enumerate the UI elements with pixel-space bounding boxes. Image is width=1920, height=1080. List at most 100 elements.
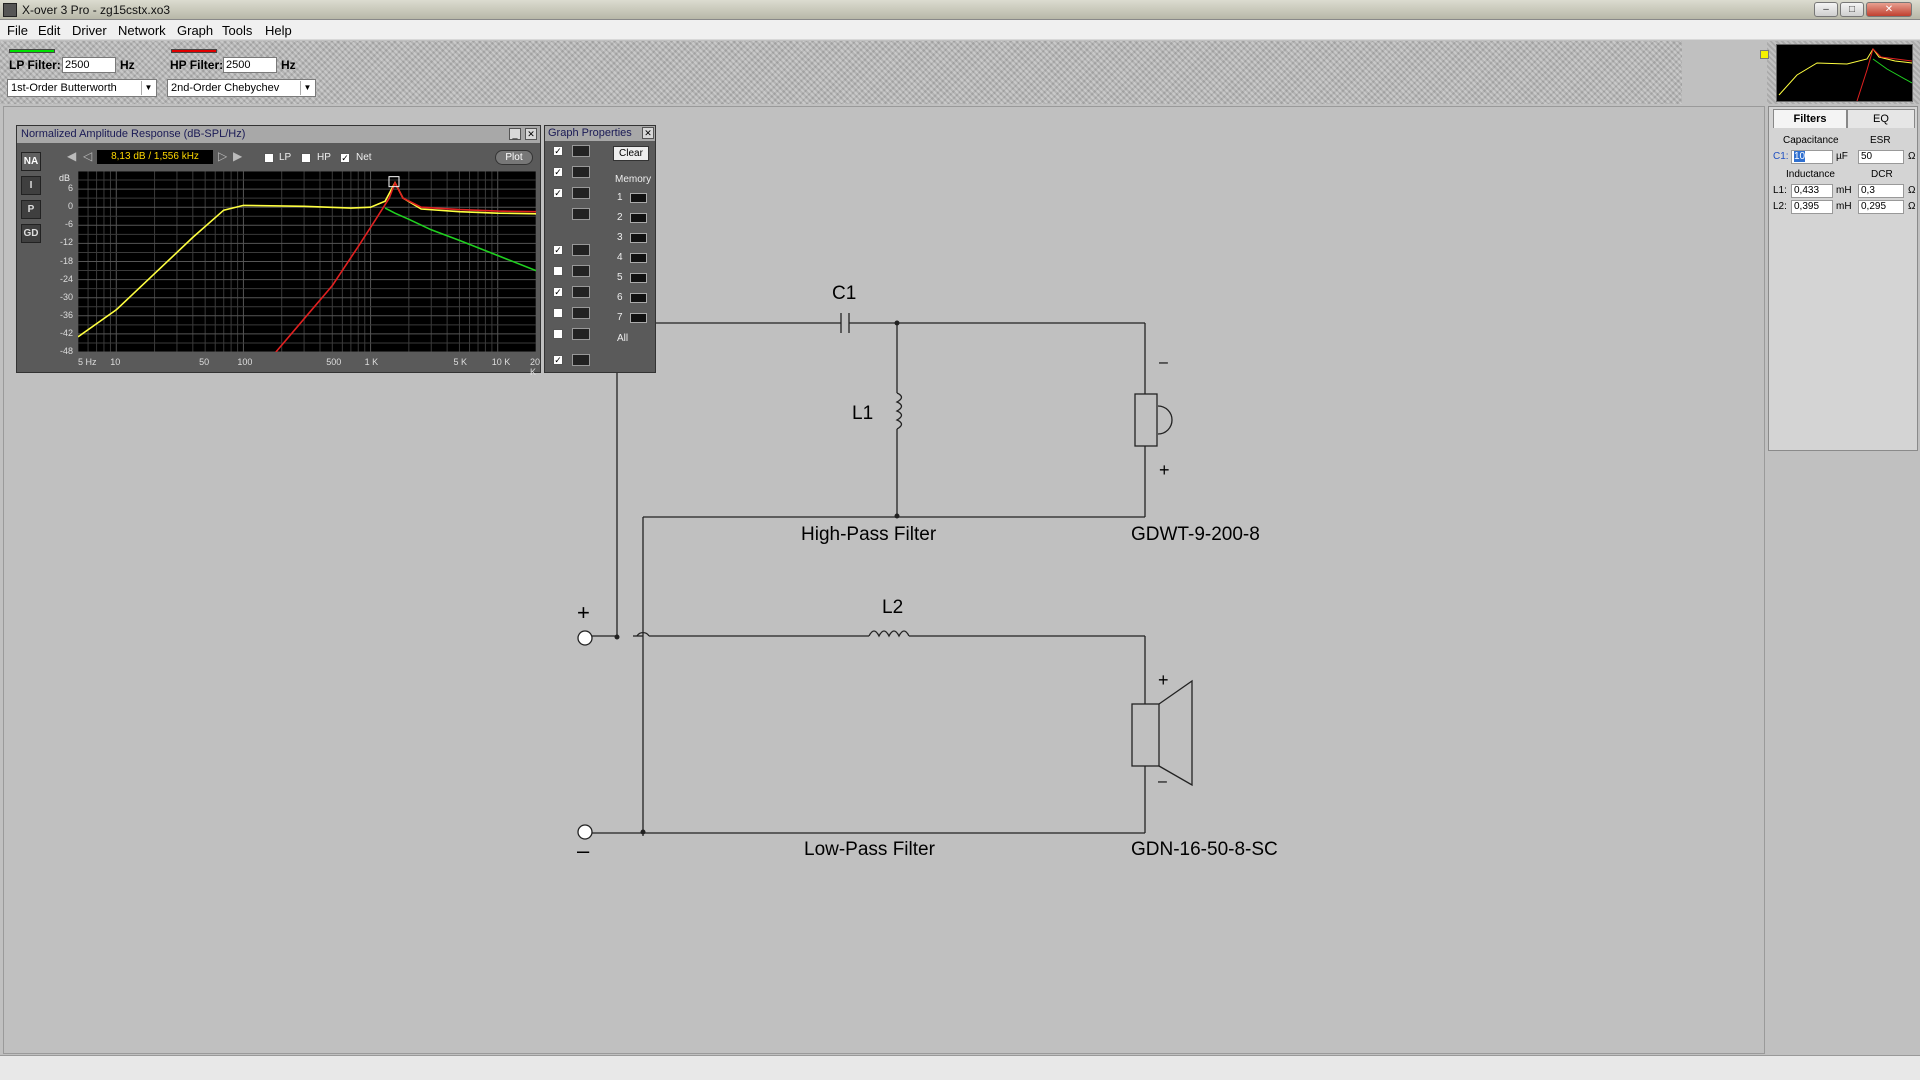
y-tick-label: -6: [64, 219, 73, 230]
lp-checkbox[interactable]: [264, 153, 274, 163]
x-tick-label: 5 Hz: [78, 357, 97, 367]
graph-option-checkbox[interactable]: [553, 308, 563, 318]
c1-label: C1: [832, 283, 857, 304]
nav-next-icon[interactable]: ▷: [218, 149, 227, 163]
amplitude-graph-window[interactable]: Normalized Amplitude Response (dB-SPL/Hz…: [16, 125, 541, 377]
x-tick-label: 1 K: [364, 357, 379, 367]
memory-slot-label: 7: [617, 312, 623, 323]
graph-option-icon: [572, 354, 590, 366]
plot-button[interactable]: Plot: [495, 150, 533, 165]
l1-unit: mH: [1836, 185, 1852, 196]
mode-gd-button[interactable]: GD: [21, 224, 41, 243]
y-tick-label: -30: [59, 291, 73, 302]
clear-button[interactable]: Clear: [613, 146, 649, 161]
l1-label: L1: [852, 403, 874, 424]
memory-slot-label: 1: [617, 192, 623, 203]
graph-option-checkbox[interactable]: ✓: [553, 167, 563, 177]
graph-minimize-button[interactable]: _: [509, 128, 521, 140]
tweeter-minus-label: –: [1159, 354, 1168, 371]
woofer-name[interactable]: GDN-16-50-8-SC: [1131, 839, 1278, 861]
graph-option-checkbox[interactable]: ✓: [553, 146, 563, 156]
tweeter-plus-label: +: [1159, 460, 1170, 480]
graph-close-button[interactable]: ✕: [525, 128, 537, 140]
c1-unit: µF: [1836, 151, 1848, 162]
l1-dcr-input[interactable]: 0,3: [1858, 184, 1904, 198]
tab-filters[interactable]: Filters: [1773, 109, 1847, 128]
net-checkbox[interactable]: ✓: [340, 153, 350, 163]
y-tick-label: -42: [59, 327, 73, 338]
tweeter-name[interactable]: GDWT-9-200-8: [1131, 524, 1260, 546]
graph-props-close-button[interactable]: ✕: [642, 127, 654, 139]
nav-prev-icon[interactable]: ◁: [83, 149, 92, 163]
x-tick-label: 10: [110, 357, 121, 367]
mode-i-button[interactable]: I: [21, 176, 41, 195]
memory-slot-label: 5: [617, 272, 623, 283]
y-tick-label: -18: [59, 255, 73, 266]
graph-option-icon: [572, 145, 590, 157]
l1-inductance-input[interactable]: 0,433: [1791, 184, 1833, 198]
memory-slot-button[interactable]: [630, 213, 647, 223]
inductance-header: Inductance: [1786, 169, 1835, 180]
y-tick-label: -48: [59, 346, 73, 356]
graph-option-icon: [572, 286, 590, 298]
dcr-header: DCR: [1871, 169, 1893, 180]
graph-option-icon: [572, 187, 590, 199]
y-unit-label: dB: [59, 173, 71, 183]
nav-last-icon[interactable]: ▶: [233, 149, 242, 163]
esr-header: ESR: [1870, 135, 1891, 146]
y-tick-label: 0: [67, 201, 73, 212]
mode-p-button[interactable]: P: [21, 200, 41, 219]
memory-slot-button[interactable]: [630, 253, 647, 263]
memory-slot-button[interactable]: [630, 233, 647, 243]
c1-row-label: C1:: [1773, 151, 1789, 162]
l2-dcr-input[interactable]: 0,295: [1858, 200, 1904, 214]
low-pass-title: Low-Pass Filter: [804, 839, 935, 860]
graph-option-checkbox[interactable]: ✓: [553, 188, 563, 198]
cursor-readout: 8,13 dB / 1,556 kHz: [97, 150, 213, 164]
graph-option-checkbox[interactable]: ✓: [553, 355, 563, 365]
hp-checkbox[interactable]: [301, 153, 311, 163]
nav-first-icon[interactable]: ◀: [67, 149, 76, 163]
graph-option-icon: [572, 265, 590, 277]
x-tick-label: 20 K: [530, 357, 541, 377]
net-check-label: Net: [356, 152, 372, 163]
c1-capacitance-value: 10: [1794, 151, 1806, 162]
l2-inductance-input[interactable]: 0,395: [1791, 200, 1833, 214]
memory-slot-button[interactable]: [630, 193, 647, 203]
l1-row-label: L1:: [1773, 185, 1787, 196]
graph-option-icon: [572, 166, 590, 178]
l2-unit: mH: [1836, 201, 1852, 212]
graph-option-checkbox[interactable]: ✓: [553, 287, 563, 297]
x-tick-label: 100: [237, 357, 253, 367]
amplitude-plot[interactable]: [78, 171, 536, 352]
component-values-panel: Filters EQ Capacitance ESR C1: 10 µF 50 …: [1768, 106, 1918, 451]
tab-eq[interactable]: EQ: [1847, 109, 1915, 128]
graph-option-checkbox[interactable]: [553, 266, 563, 276]
graph-properties-panel[interactable]: Graph Properties ✕ Clear Memory 1234567 …: [544, 125, 656, 373]
woofer-minus-label: –: [1158, 773, 1167, 790]
woofer-plus-label: +: [1158, 670, 1169, 690]
x-tick-label: 5 K: [453, 357, 467, 367]
status-bar: [0, 1055, 1920, 1080]
y-tick-label: -12: [59, 237, 73, 248]
mode-na-button[interactable]: NA: [21, 152, 41, 171]
x-tick-label: 50: [199, 357, 210, 367]
memory-slot-label: 6: [617, 292, 623, 303]
graph-option-checkbox[interactable]: [553, 329, 563, 339]
hp-check-label: HP: [317, 152, 331, 163]
c1-esr-input[interactable]: 50: [1858, 150, 1904, 164]
y-tick-label: -24: [59, 273, 73, 284]
c1-capacitance-input[interactable]: 10: [1791, 150, 1833, 164]
y-tick-label: -36: [59, 309, 73, 320]
memory-slot-label: 2: [617, 212, 623, 223]
memory-slot-label: 3: [617, 232, 623, 243]
memory-all-label[interactable]: All: [617, 333, 628, 344]
graph-option-checkbox[interactable]: ✓: [553, 245, 563, 255]
memory-slot-button[interactable]: [630, 313, 647, 323]
l2-label: L2: [882, 597, 904, 618]
memory-slot-button[interactable]: [630, 293, 647, 303]
graph-option-icon: [572, 328, 590, 340]
memory-slot-label: 4: [617, 252, 623, 263]
lp-check-label: LP: [279, 152, 292, 163]
memory-slot-button[interactable]: [630, 273, 647, 283]
